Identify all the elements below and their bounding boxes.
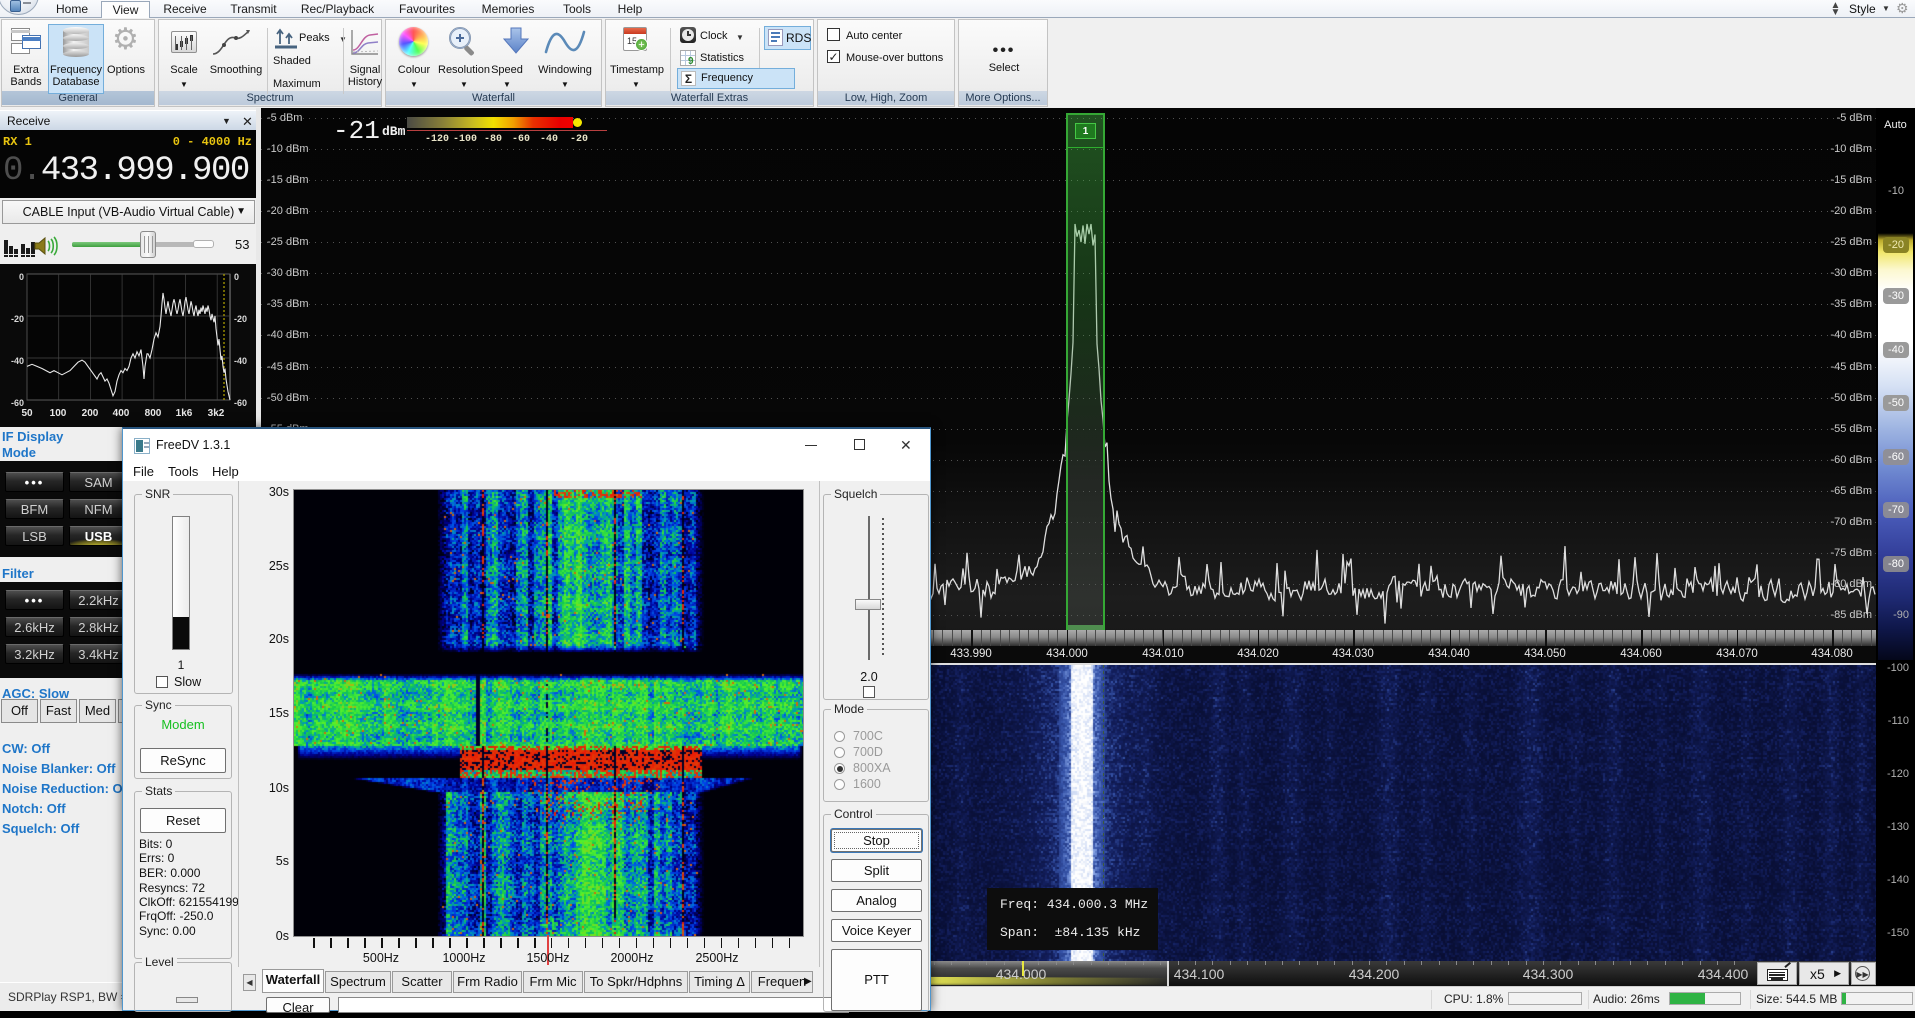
svg-text:100: 100 bbox=[50, 408, 67, 419]
svg-text:-60: -60 bbox=[11, 398, 24, 408]
svg-text:50: 50 bbox=[21, 408, 33, 419]
svg-text:1k6: 1k6 bbox=[176, 408, 193, 419]
svg-text:3k2: 3k2 bbox=[208, 408, 225, 419]
svg-text:-40: -40 bbox=[11, 356, 24, 366]
svg-text:-60: -60 bbox=[234, 398, 247, 408]
svg-text:0: 0 bbox=[234, 272, 239, 282]
svg-text:200: 200 bbox=[82, 408, 99, 419]
svg-text:0: 0 bbox=[19, 272, 24, 282]
svg-text:-20: -20 bbox=[11, 314, 24, 324]
svg-text:800: 800 bbox=[145, 408, 162, 419]
svg-text:-20: -20 bbox=[234, 314, 247, 324]
svg-text:-40: -40 bbox=[234, 356, 247, 366]
svg-text:400: 400 bbox=[113, 408, 130, 419]
